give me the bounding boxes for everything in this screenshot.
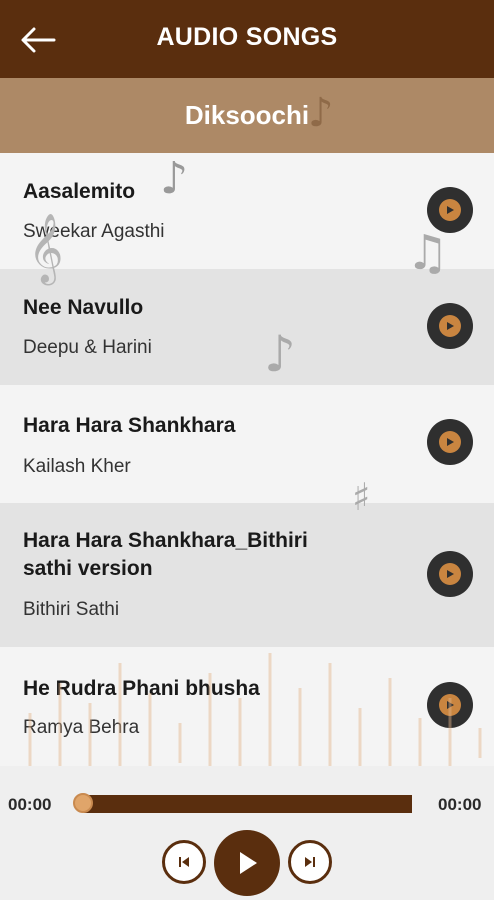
current-time: 00:00 xyxy=(8,795,52,814)
song-row-4[interactable]: Hara Hara Shankhara_Bithiri sathi versio… xyxy=(0,503,494,647)
song-play-button[interactable] xyxy=(427,682,473,728)
song-list: Aasalemito Sweekar Agasthi Nee Navullo D… xyxy=(0,153,494,766)
song-artist: Deepu & Harini xyxy=(23,337,152,358)
music-note-icon: ♪ xyxy=(160,153,189,204)
music-notes-icon: ♫ xyxy=(406,225,450,281)
play-icon xyxy=(439,694,461,716)
play-icon xyxy=(240,852,257,874)
next-button[interactable] xyxy=(288,840,332,884)
song-title: Nee Navullo xyxy=(23,296,144,319)
skip-next-icon xyxy=(305,857,315,867)
total-time: 00:00 xyxy=(438,795,482,814)
treble-clef-icon: 𝄞 xyxy=(28,213,64,283)
song-title: He Rudra Phani bhusha xyxy=(23,677,260,700)
audio-player: 00:00 00:00 xyxy=(0,766,494,900)
song-title: Hara Hara Shankhara_Bithiri sathi versio… xyxy=(23,529,308,580)
music-note-icon: ♪ xyxy=(308,90,334,136)
song-title: Hara Hara Shankhara xyxy=(23,414,236,437)
song-row-5[interactable]: He Rudra Phani bhusha Ramya Behra xyxy=(0,647,494,766)
song-row-3[interactable]: Hara Hara Shankhara Kailash Kher xyxy=(0,385,494,503)
song-play-button[interactable] xyxy=(427,419,473,465)
previous-button[interactable] xyxy=(162,840,206,884)
play-icon xyxy=(439,563,461,585)
sharp-icon: ♯ xyxy=(352,475,371,519)
seek-bar[interactable] xyxy=(84,795,412,813)
skip-previous-icon xyxy=(179,857,189,867)
album-header: Diksoochi ♪ xyxy=(0,78,494,153)
song-artist: Bithiri Sathi xyxy=(23,599,120,620)
song-artist: Ramya Behra xyxy=(23,717,140,738)
song-play-button[interactable] xyxy=(427,303,473,349)
page-title: AUDIO SONGS xyxy=(156,23,338,51)
seek-thumb[interactable] xyxy=(73,793,93,813)
play-icon xyxy=(439,199,461,221)
song-play-button[interactable] xyxy=(427,551,473,597)
album-title: Diksoochi xyxy=(184,100,310,130)
song-row-2[interactable]: Nee Navullo Deepu & Harini xyxy=(0,269,494,385)
music-note-icon: ♪ xyxy=(264,325,296,383)
play-button[interactable] xyxy=(214,830,280,896)
play-icon xyxy=(439,431,461,453)
app-bar: AUDIO SONGS xyxy=(0,0,494,78)
song-artist: Kailash Kher xyxy=(23,456,131,477)
play-icon xyxy=(439,315,461,337)
